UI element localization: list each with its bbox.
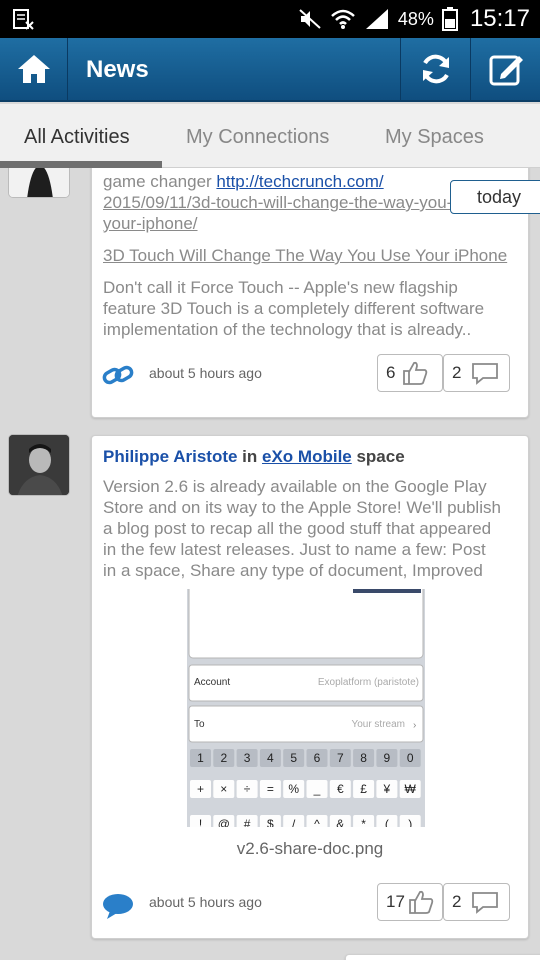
user-photo — [9, 435, 69, 495]
comment-bubble-icon — [103, 894, 133, 919]
attachment-filename[interactable]: v2.6-share-doc.png — [92, 839, 528, 859]
keyboard-key-label: ) — [408, 817, 412, 827]
attachment-screenshot: › 1 2 3 4 5 6 7 8 9 0+ × ÷ =% _ € £ ¥ ₩! @ # $ / ^ & *() — [187, 589, 425, 827]
keyboard-key-label: 6 — [314, 751, 321, 765]
account-label: Account — [194, 677, 231, 688]
keyboard-key-label: × — [220, 782, 227, 796]
date-badge: today — [450, 180, 540, 214]
tab-bar: All Activities My Connections My Spaces — [0, 104, 540, 168]
avatar[interactable] — [8, 434, 70, 496]
activity-url-line2[interactable]: 2015/09/11/3d-touch-will-change-the-way-… — [103, 192, 485, 213]
compose-icon — [489, 55, 523, 86]
signal-icon — [365, 9, 388, 29]
thumbs-up-icon — [403, 361, 428, 385]
keyboard-key-label: $ — [267, 817, 274, 827]
keyboard-key-label: + — [197, 782, 204, 796]
keyboard-key-label: _ — [313, 782, 321, 796]
mute-icon — [299, 9, 321, 29]
to-label: To — [194, 719, 205, 730]
keyboard-key-label: € — [337, 782, 344, 796]
battery-percent: 48% — [397, 8, 434, 29]
link-summary-line2: feature 3D Touch is a completely differe… — [103, 299, 485, 318]
next-activity-card — [345, 954, 540, 960]
like-button[interactable]: 17 — [377, 883, 443, 921]
keyboard-key-label: 9 — [384, 751, 391, 765]
tab-all-activities[interactable]: All Activities — [24, 126, 130, 149]
comment-button[interactable]: 2 — [443, 883, 510, 921]
keyboard-key-label: ! — [199, 817, 202, 827]
home-icon — [17, 55, 50, 83]
author-name[interactable]: Philippe Aristote — [103, 447, 237, 466]
tab-my-connections[interactable]: My Connections — [186, 126, 329, 149]
sim-card-icon — [13, 9, 34, 30]
keyboard-key-label: & — [336, 817, 344, 827]
keyboard-key-label: ( — [385, 817, 389, 827]
activity-header: Philippe Aristote in eXo Mobile space — [103, 447, 405, 466]
clock: 15:17 — [469, 5, 530, 32]
keyboard-key-label: 0 — [407, 751, 414, 765]
keyboard-key-label: 1 — [197, 751, 204, 765]
activity-body-line4: in the few latest releases. Just to name… — [103, 540, 486, 559]
activity-body-line5: in a space, Share any type of document, … — [103, 561, 483, 580]
activity-url[interactable]: http://techcrunch.com/ — [216, 172, 383, 191]
comment-icon — [472, 892, 499, 914]
like-count: 6 — [386, 363, 396, 382]
comment-icon — [472, 363, 499, 385]
attachment-image[interactable]: › 1 2 3 4 5 6 7 8 9 0 + × ÷ =% _ € £ ¥ ₩! @ # $ / ^ & *() Account… — [187, 589, 425, 827]
keyboard-key-label: 7 — [337, 751, 344, 765]
activity-stream[interactable]: game changer http://techcrunch.com/ 2015… — [0, 168, 540, 960]
page-title: News — [86, 56, 149, 83]
comment-count: 2 — [452, 892, 462, 911]
keyboard-key-label: £ — [360, 782, 367, 796]
link-icon — [102, 365, 134, 385]
activity-time: about 5 hours ago — [149, 365, 262, 381]
activity-text: game changer http://techcrunch.com/ — [103, 172, 384, 191]
keyboard-key-label: ¥ — [383, 782, 391, 796]
keyboard-key-label: = — [267, 782, 274, 796]
battery-icon — [441, 7, 458, 31]
compose-button[interactable] — [470, 38, 540, 100]
account-value: Exoplatform (paristote) — [317, 677, 419, 688]
refresh-icon — [422, 54, 449, 84]
tab-indicator — [0, 161, 162, 168]
keyboard-key-label: * — [361, 817, 366, 827]
user-photo — [9, 168, 69, 197]
keyboard-key-label: 4 — [267, 751, 274, 765]
thumbs-up-icon — [409, 890, 434, 914]
status-bar: 48% 15:17 — [0, 0, 540, 38]
activity-url-line3[interactable]: your-iphone/ — [103, 213, 198, 234]
activity-body-line1: Version 2.6 is already available on the … — [103, 477, 487, 496]
activity-time: about 5 hours ago — [149, 894, 262, 910]
home-button[interactable] — [0, 38, 68, 100]
link-summary-line3: implementation of the technology that is… — [103, 320, 472, 339]
to-value: Your stream — [351, 719, 405, 730]
keyboard-key-label: 8 — [360, 751, 367, 765]
activity-body-line3: a blog post to recap all the good stuff … — [103, 519, 492, 538]
link-preview-title[interactable]: 3D Touch Will Change The Way You Use You… — [103, 245, 507, 266]
space-name[interactable]: eXo Mobile — [262, 447, 352, 466]
keyboard-key-label: 2 — [220, 751, 227, 765]
keyboard-key-label: ^ — [314, 817, 320, 827]
keyboard-key-label: 3 — [244, 751, 251, 765]
keyboard-key-label: % — [288, 782, 299, 796]
svg-text:›: › — [413, 720, 416, 731]
like-button[interactable]: 6 — [377, 354, 443, 392]
wifi-icon — [331, 9, 355, 29]
app-bar: News — [0, 38, 540, 102]
like-count: 17 — [386, 892, 405, 911]
link-summary-line1: Don't call it Force Touch -- Apple's new… — [103, 278, 458, 297]
activity-body-line2: Store and on its way to the Apple Store!… — [103, 498, 501, 517]
avatar[interactable] — [8, 168, 70, 198]
refresh-button[interactable] — [400, 38, 470, 100]
keyboard-key-label: ₩ — [405, 782, 417, 796]
activity-card-document: Philippe Aristote in eXo Mobile space Ve… — [91, 435, 529, 939]
comment-count: 2 — [452, 363, 462, 382]
keyboard-key-label: # — [244, 817, 251, 827]
keyboard-key-label: @ — [218, 817, 230, 827]
keyboard-key-label: 5 — [290, 751, 297, 765]
comment-button[interactable]: 2 — [443, 354, 510, 392]
tab-my-spaces[interactable]: My Spaces — [385, 126, 484, 149]
keyboard-key-label: ÷ — [244, 782, 251, 796]
